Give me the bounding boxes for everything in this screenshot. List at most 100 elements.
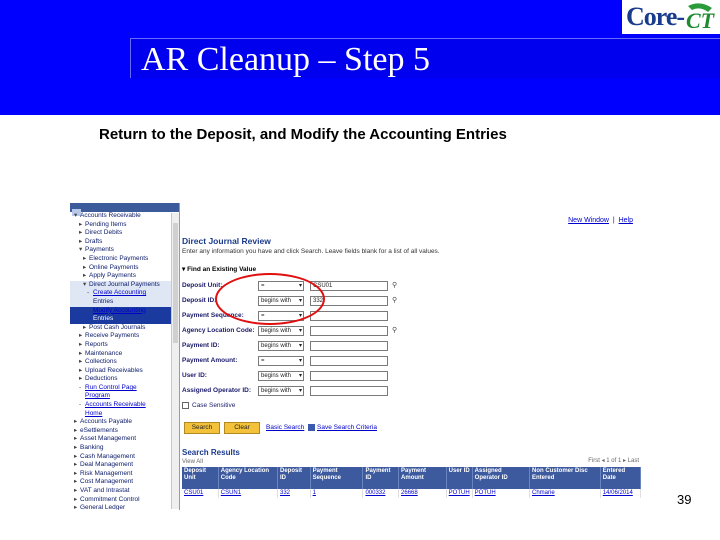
menu-item[interactable]: ▸ Cost Management [70,478,179,487]
menu-item-label: Create Accounting [93,289,147,297]
menu-item[interactable]: ▸ Pending Items [70,221,179,230]
grid-column-header[interactable]: Deposit ID [277,467,311,489]
lookup-icon[interactable]: ⚲ [392,296,397,304]
menu-item[interactable]: - Modify Accounting [70,306,179,316]
new-window-link[interactable]: New Window [568,217,609,224]
search-field-row: User ID: begins with [182,371,412,382]
menu-item[interactable]: ▾ Direct Journal Payments [70,280,179,290]
field-label: Agency Location Code: [182,327,255,334]
value-input[interactable] [310,356,388,366]
menu-item-label: Entries [93,297,114,305]
menu-item[interactable]: ▸ Drafts [70,238,179,247]
value-input[interactable] [310,386,388,396]
menu-item[interactable]: ▸ Accounts Payable [70,418,179,427]
help-link[interactable]: Help [619,217,633,224]
lookup-icon[interactable]: ⚲ [392,326,397,334]
operator-select[interactable]: = [258,356,304,366]
menu-item-label: Pending Items [85,220,127,228]
menu-item[interactable]: ▸ Risk Management [70,470,179,479]
case-sensitive-checkbox[interactable] [182,402,189,409]
menu-item[interactable]: Program [70,392,179,401]
menu-item[interactable]: ▸ Upload Receivables [70,367,179,376]
value-input[interactable] [310,341,388,351]
operator-select[interactable]: begins with [258,371,304,381]
grid-cell[interactable]: 14/06/2014 [600,489,642,498]
menu-item[interactable]: - Run Control Page [70,384,179,393]
grid-cell[interactable]: POTUH [446,489,473,498]
grid-column-header[interactable]: Assigned Operator ID [472,467,531,489]
menu-item[interactable]: ▸ Maintenance [70,350,179,359]
grid-cell[interactable]: 1 [310,489,364,498]
results-navigation[interactable]: First ◂ 1 of 1 ▸ Last [588,457,639,464]
grid-cell[interactable]: POTUH [472,489,531,498]
lookup-icon[interactable]: ⚲ [392,281,397,289]
menu-item[interactable]: ▸ Deal Management [70,461,179,470]
grid-cell[interactable]: 000332 [362,489,400,498]
case-sensitive-row[interactable]: Case Sensitive [182,402,235,409]
menu-item[interactable]: - Create Accounting [70,289,179,298]
field-label: Payment Amount: [182,357,238,364]
menu-item[interactable]: ▸ Apply Payments [70,272,179,281]
field-label: Deposit Unit: [182,282,223,289]
menu-item[interactable]: - Accounts Receivable [70,401,179,410]
value-input[interactable] [310,371,388,381]
search-button[interactable]: Search [184,422,220,434]
menu-scroll-thumb[interactable] [173,223,178,343]
menu-item[interactable]: ▾ Payments [70,246,179,255]
grid-column-header[interactable]: Payment Amount [398,467,447,489]
menu-item[interactable]: ▸ General Ledger [70,504,179,510]
menu-item-label: Asset Management [80,435,137,443]
grid-cell[interactable]: 26668 [398,489,447,498]
menu-item[interactable]: ▸ Post Cash Journals [70,324,179,333]
save-search-criteria-link[interactable]: Save Search Criteria [308,424,377,431]
value-input[interactable] [310,311,388,321]
menu-item[interactable]: Entries [70,315,179,324]
instructions: Enter any information you have and click… [182,248,440,255]
find-existing-value-tab[interactable]: ▾ Find an Existing Value [182,265,256,273]
grid-column-header[interactable]: Deposit Unit [182,467,219,489]
view-all-link[interactable]: View All [182,459,203,465]
search-results-title: Search Results [182,448,240,457]
value-input[interactable] [310,326,388,336]
grid-column-header[interactable]: Payment ID [362,467,400,489]
menu-item-label: Commitment Control [80,495,140,503]
menu-item[interactable]: ▸ Deductions [70,375,179,384]
menu-item[interactable]: ▸ Banking [70,444,179,453]
grid-cell[interactable]: 332 [277,489,311,498]
grid-cell[interactable]: CSU01 [182,489,219,498]
menu-item[interactable]: ▸ Electronic Payments [70,255,179,264]
menu-item[interactable]: ▾ Accounts Receivable [70,212,179,221]
grid-cell[interactable]: Chmarie [529,489,601,498]
menu-item[interactable]: ▸ Direct Debits [70,229,179,238]
grid-column-header[interactable]: Entered Date [600,467,642,489]
menu-item[interactable]: Entries [70,297,179,307]
menu-item[interactable]: ▸ VAT and Intrastat [70,487,179,496]
grid-column-header[interactable]: Agency Location Code [218,467,278,489]
menu-item[interactable]: ▸ Collections [70,358,179,367]
operator-select[interactable]: begins with [258,326,304,336]
menu-item-label: Electronic Payments [89,254,149,262]
menu-item-label: Direct Debits [85,229,123,237]
operator-select[interactable]: begins with [258,386,304,396]
operator-select[interactable]: begins with [258,341,304,351]
menu-item[interactable]: ▸ Asset Management [70,435,179,444]
grid-column-header[interactable]: Payment Sequence [310,467,364,489]
basic-search-link[interactable]: Basic Search [266,424,304,431]
menu-item[interactable]: ▸ Online Payments [70,264,179,273]
menu-item-label: Accounts Receivable [80,212,141,219]
menu-item[interactable]: ▸ Cash Management [70,453,179,462]
left-menu: ▾ Accounts Receivable ▸ Pending Items ▸ Direc… [70,203,180,510]
save-criteria-label: Save Search Criteria [317,424,377,432]
slide-header: AR Cleanup – Step 5 Core- CT [0,0,720,115]
menu-item[interactable]: ▸ Receive Payments [70,332,179,341]
grid-column-header[interactable]: User ID [446,467,473,489]
grid-column-header[interactable]: Non Customer Disc Entered [529,467,601,489]
clear-button[interactable]: Clear [224,422,260,434]
grid-cell[interactable]: CSUN1 [218,489,278,498]
menu-item[interactable]: ▸ Reports [70,341,179,350]
menu-item[interactable]: Home [70,410,179,419]
menu-item[interactable]: ▸ Commitment Control [70,496,179,505]
menu-item[interactable]: ▸ eSettlements [70,427,179,436]
menu-scrollbar[interactable] [171,213,179,509]
table-row[interactable]: CSU01 CSUN1 332 1 000332 26668 POTUH POTUH Chmar… [182,489,642,498]
